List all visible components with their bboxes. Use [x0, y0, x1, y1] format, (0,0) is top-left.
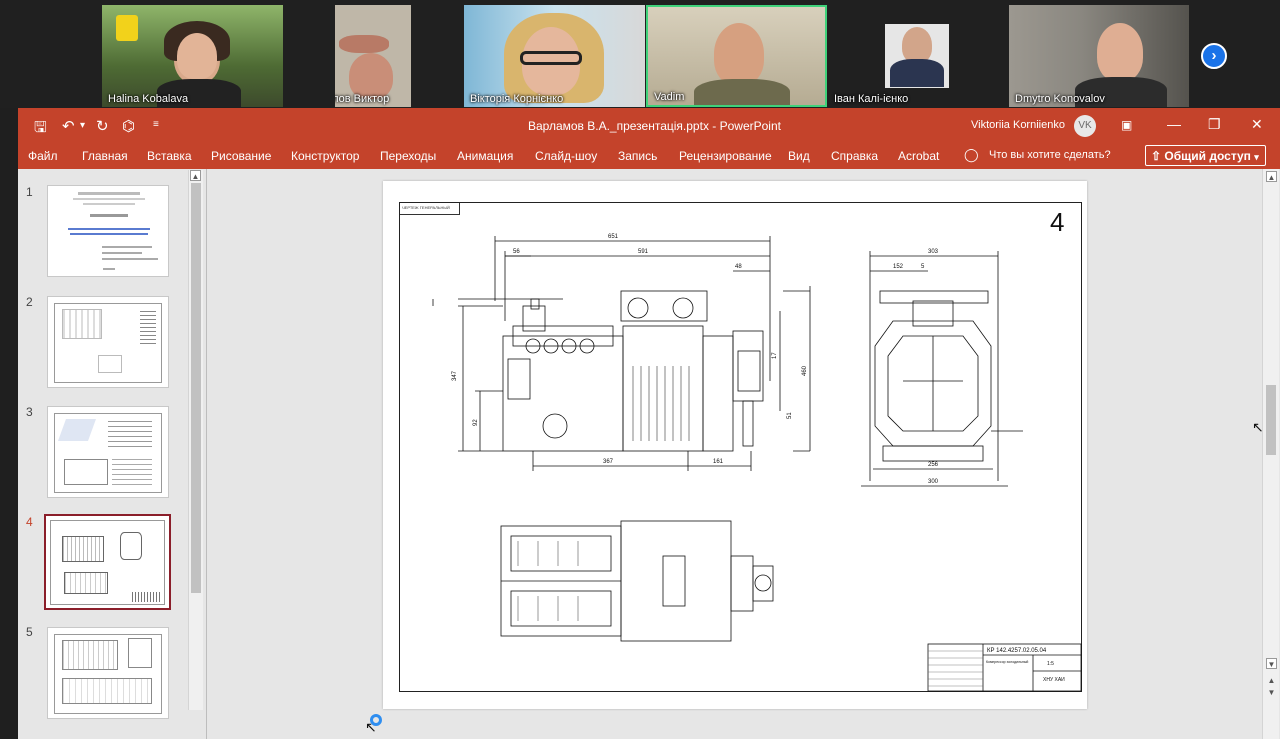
video-tile[interactable]: Halina Kobalava	[102, 5, 283, 107]
scroll-thumb[interactable]	[1266, 385, 1276, 455]
next-slide-icon[interactable]: ▼	[1266, 687, 1277, 698]
dim-label: 303	[928, 249, 939, 255]
restore-icon[interactable]: ❐	[1208, 116, 1221, 133]
tab-home[interactable]: Главная	[82, 149, 128, 163]
title-block-org: ХНУ ХАИ	[1043, 677, 1065, 683]
participant-name: Іван Калі-ієнко	[834, 93, 909, 105]
dim-label: 300	[928, 479, 939, 485]
slide-thumbnail-3[interactable]	[47, 406, 169, 498]
scroll-up-icon[interactable]: ▲	[1266, 171, 1277, 182]
busy-spinner-icon	[370, 714, 382, 726]
current-slide[interactable]: ЧЕРТЕЖ ГЕНЕРАЛЬНЫЙ 4 651 591 56 48 347 9…	[383, 181, 1087, 709]
dim-label: 17	[772, 352, 778, 359]
tab-help[interactable]: Справка	[831, 149, 878, 163]
close-icon[interactable]: ✕	[1251, 116, 1263, 133]
minimize-icon[interactable]: —	[1167, 116, 1181, 132]
scroll-up-icon[interactable]: ▲	[190, 170, 201, 181]
tab-transitions[interactable]: Переходы	[380, 149, 436, 163]
thumb-number-active: 4	[26, 515, 33, 529]
ribbon-display-icon[interactable]: ▣	[1121, 118, 1132, 132]
avatar	[902, 27, 932, 63]
tab-record[interactable]: Запись	[618, 149, 657, 163]
participant-name: Самохвалов Виктор	[335, 93, 390, 105]
title-bar: 🖫 ↶ ▾ ↻ ⌬ ≡ Варламов В.А._презентація.pp…	[18, 108, 1280, 142]
video-tile[interactable]: Самохвалов Виктор	[335, 5, 411, 107]
scroll-down-icon[interactable]: ▼	[1266, 658, 1277, 669]
thumb-number: 3	[26, 405, 33, 419]
share-label: Общий доступ	[1164, 149, 1251, 163]
participant-name: Вікторія Корнієнко	[470, 93, 564, 105]
chevron-down-icon: ▾	[1254, 152, 1259, 162]
dim-label: 256	[928, 462, 939, 468]
dim-label: 651	[608, 234, 619, 240]
slide-thumbnail-2[interactable]	[47, 296, 169, 388]
dim-label: 56	[513, 249, 520, 255]
lightbulb-icon: ◯	[964, 147, 979, 162]
title-block-desc: Компрессор холодильный	[986, 660, 1028, 664]
tab-insert[interactable]: Вставка	[147, 149, 192, 163]
title-block-code: КР 142.4257.02.05.04	[987, 648, 1047, 654]
dim-label: 347	[452, 370, 458, 381]
dim-label: 367	[603, 459, 614, 465]
scroll-thumb[interactable]	[191, 183, 201, 593]
dim-label: 5	[921, 264, 925, 270]
document-title: Варламов В.А._презентація.pptx - PowerPo…	[528, 119, 781, 133]
dim-label: 92	[473, 419, 479, 426]
dim-label: 152	[893, 264, 904, 270]
dim-label: 48	[735, 264, 742, 270]
video-tile[interactable]: Іван Калі-ієнко	[828, 5, 1008, 107]
thumb-number: 2	[26, 295, 33, 309]
tab-acrobat[interactable]: Acrobat	[898, 149, 939, 163]
editor-scrollbar[interactable]: ▲ ▼ ▲ ▼	[1262, 169, 1279, 739]
next-participants-button[interactable]: ›	[1201, 43, 1227, 69]
customize-toolbar-icon[interactable]: ≡	[153, 119, 159, 130]
user-name[interactable]: Viktoriia Korniienko	[971, 119, 1065, 131]
dim-label: 161	[713, 459, 724, 465]
share-icon: ⇧	[1151, 149, 1162, 163]
tab-draw[interactable]: Рисование	[211, 149, 271, 163]
powerpoint-window: 🖫 ↶ ▾ ↻ ⌬ ≡ Варламов В.А._презентація.pp…	[18, 108, 1280, 739]
tell-me-search[interactable]: Что вы хотите сделать?	[989, 149, 1111, 161]
tab-file[interactable]: Файл	[28, 149, 58, 163]
avatar	[714, 23, 764, 85]
user-avatar[interactable]: VK	[1074, 115, 1096, 137]
slide-thumbnail-1[interactable]	[47, 185, 169, 277]
compressor-drawing: 651 591 56 48 347 92 367 161 303 152 5 2…	[432, 234, 1082, 692]
video-strip: Halina Kobalava Самохвалов Виктор Віктор…	[0, 0, 1280, 108]
avatar	[1097, 23, 1143, 81]
share-button[interactable]: ⇧ Общий доступ ▾	[1145, 145, 1266, 166]
participant-name: Vadim	[654, 91, 685, 103]
participant-name: Halina Kobalava	[108, 93, 189, 105]
redo-icon[interactable]: ↻	[96, 117, 109, 135]
tab-design[interactable]: Конструктор	[291, 149, 359, 163]
slide-editor: ЧЕРТЕЖ ГЕНЕРАЛЬНЫЙ 4 651 591 56 48 347 9…	[207, 169, 1280, 739]
slide-thumbnail-5[interactable]	[47, 627, 169, 719]
undo-dropdown-icon[interactable]: ▾	[80, 120, 85, 131]
tab-review[interactable]: Рецензирование	[679, 149, 772, 163]
previous-slide-icon[interactable]: ▲	[1266, 675, 1277, 686]
thumbnail-scrollbar[interactable]: ▲	[188, 170, 203, 710]
undo-icon[interactable]: ↶	[62, 117, 75, 135]
ribbon-tabs: Файл Главная Вставка Рисование Конструкт…	[18, 142, 1280, 169]
tab-view[interactable]: Вид	[788, 149, 810, 163]
participant-name: Dmytro Konovalov	[1015, 93, 1105, 105]
coat-of-arms-icon	[116, 15, 138, 41]
video-tile[interactable]: Dmytro Konovalov	[1009, 5, 1189, 107]
slide-thumbnail-4[interactable]	[44, 514, 171, 610]
save-icon[interactable]: 🖫	[34, 117, 47, 142]
slide-thumbnail-pane: 1 2 3 4 5	[18, 169, 206, 739]
tab-animations[interactable]: Анимация	[457, 149, 513, 163]
dim-label: 591	[638, 249, 649, 255]
pointer-cursor-icon: ↖	[1252, 419, 1264, 435]
title-block-scale: 1:5	[1047, 661, 1054, 667]
present-icon[interactable]: ⌬	[122, 117, 135, 135]
tab-slideshow[interactable]: Слайд-шоу	[535, 149, 597, 163]
video-tile[interactable]: Вікторія Корнієнко	[464, 5, 645, 107]
thumb-number: 5	[26, 625, 33, 639]
thumb-number: 1	[26, 185, 33, 199]
dim-label: 460	[802, 365, 808, 376]
video-tile-speaking[interactable]: Vadim	[646, 5, 827, 107]
dim-label: 51	[787, 412, 793, 419]
